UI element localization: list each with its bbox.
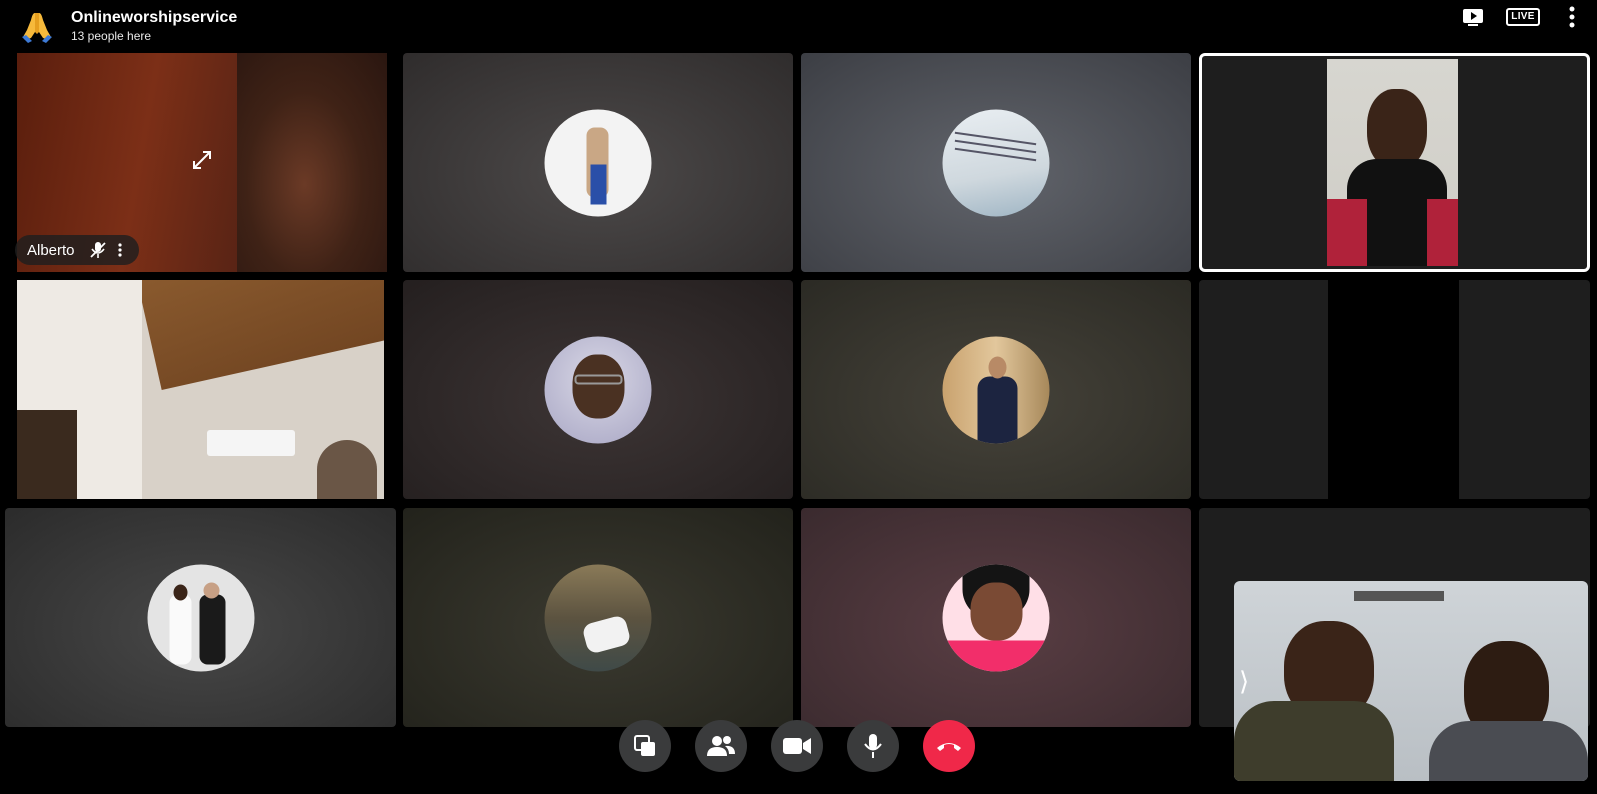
participant-tile-3[interactable]	[801, 53, 1191, 272]
participant-avatar	[544, 564, 652, 671]
play-screen-icon	[1463, 9, 1483, 26]
participant-name-pill: Alberto	[15, 235, 139, 265]
people-icon	[707, 736, 735, 756]
vertical-dots-icon	[1569, 6, 1575, 28]
participant-tile-9[interactable]	[5, 508, 396, 727]
participant-tile-active-speaker[interactable]	[1199, 53, 1590, 272]
participant-tile-2[interactable]	[403, 53, 793, 272]
participant-avatar	[942, 336, 1050, 443]
participant-tile-5[interactable]	[5, 280, 396, 499]
participant-video	[17, 280, 384, 499]
participant-menu-icon[interactable]	[109, 239, 131, 261]
go-live-button[interactable]: LIVE	[1506, 6, 1540, 28]
hang-up-icon	[937, 743, 961, 751]
participant-avatar	[942, 564, 1050, 671]
expand-icon[interactable]	[190, 148, 214, 177]
participant-tile-8[interactable]	[1199, 280, 1590, 499]
room-title: Onlineworshipservice	[71, 9, 238, 26]
self-view[interactable]: ⟩	[1234, 581, 1588, 781]
participant-tile-10[interactable]	[403, 508, 793, 727]
participant-tile-7[interactable]	[801, 280, 1191, 499]
call-header: Onlineworshipservice 13 people here LIVE	[0, 0, 1597, 52]
participant-avatar	[942, 109, 1050, 216]
video-camera-icon	[783, 738, 811, 754]
collapse-self-view-button[interactable]: ⟩	[1239, 666, 1249, 697]
participant-avatar	[544, 109, 652, 216]
muted-mic-icon	[87, 239, 109, 261]
participant-count: 13 people here	[71, 29, 152, 43]
end-call-button[interactable]	[923, 720, 975, 772]
praying-hands-icon	[20, 10, 54, 44]
participant-tile-11[interactable]	[801, 508, 1191, 727]
participant-avatar	[147, 564, 254, 671]
participant-tile-6[interactable]	[403, 280, 793, 499]
share-video-button[interactable]	[1461, 6, 1485, 28]
camera-button[interactable]	[771, 720, 823, 772]
participant-video	[1327, 59, 1458, 266]
live-badge: LIVE	[1506, 8, 1540, 26]
participant-video-off	[1328, 280, 1459, 499]
more-options-button[interactable]	[1565, 6, 1579, 28]
share-screen-button[interactable]	[619, 720, 671, 772]
share-screen-icon	[634, 735, 655, 756]
participants-button[interactable]	[695, 720, 747, 772]
participant-avatar	[544, 336, 652, 443]
participant-name: Alberto	[27, 241, 75, 259]
self-video	[1234, 581, 1588, 781]
microphone-icon	[864, 734, 882, 758]
participant-tile-alberto[interactable]: Alberto	[5, 53, 396, 272]
microphone-button[interactable]	[847, 720, 899, 772]
